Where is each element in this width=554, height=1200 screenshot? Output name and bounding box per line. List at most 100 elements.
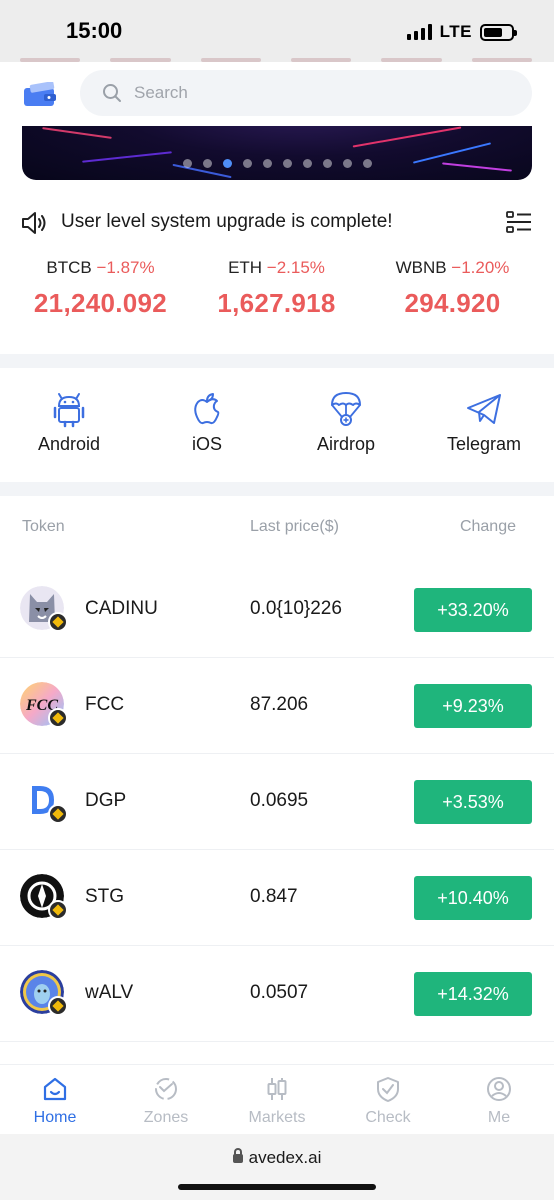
bnb-chain-badge xyxy=(48,996,68,1016)
ticker-symbol: WBNB xyxy=(395,258,447,277)
search-bar[interactable] xyxy=(80,70,532,116)
nav-me[interactable]: Me xyxy=(444,1075,554,1127)
carousel-dot[interactable] xyxy=(342,159,352,168)
ios-link[interactable]: iOS xyxy=(138,390,276,455)
token-row[interactable]: FCC FCC 87.206 +9.23% xyxy=(0,658,554,754)
status-indicators: LTE xyxy=(406,22,517,42)
token-name: STG xyxy=(85,886,125,907)
telegram-link[interactable]: Telegram xyxy=(415,390,553,455)
carousel-dot[interactable] xyxy=(222,159,232,168)
change-badge: +9.23% xyxy=(414,684,532,728)
carousel-dots xyxy=(22,159,532,168)
section-divider xyxy=(0,354,554,368)
user-icon xyxy=(487,1077,511,1101)
parachute-icon xyxy=(331,392,361,426)
bnb-chain-badge xyxy=(48,612,68,632)
token-row[interactable]: STG 0.847 +10.40% xyxy=(0,850,554,946)
telegram-icon xyxy=(467,394,501,424)
android-link[interactable]: Android xyxy=(0,390,138,455)
speaker-icon xyxy=(22,212,46,234)
token-name: DGP xyxy=(85,790,127,811)
ticker-price: 1,627.918 xyxy=(217,288,336,318)
nav-check[interactable]: Check xyxy=(333,1075,443,1127)
change-badge: +10.40% xyxy=(414,876,532,920)
nav-markets[interactable]: Markets xyxy=(222,1075,332,1127)
bottom-navigation: Home Zones Markets Check Me xyxy=(0,1064,554,1134)
nav-home[interactable]: Home xyxy=(0,1075,110,1127)
ticker-symbol: BTCB xyxy=(46,258,92,277)
section-divider xyxy=(0,482,554,496)
search-input[interactable] xyxy=(134,83,494,103)
shield-check-icon xyxy=(377,1077,399,1102)
carousel-dot[interactable] xyxy=(242,159,252,168)
carousel-dot[interactable] xyxy=(202,159,212,168)
change-badge: +3.53% xyxy=(414,780,532,824)
token-name: wALV xyxy=(85,982,134,1003)
airdrop-label: Airdrop xyxy=(316,434,376,454)
token-row[interactable]: wALV 0.0507 +14.32% xyxy=(0,946,554,1042)
nav-home-label: Home xyxy=(33,1109,77,1126)
ticker-price: 21,240.092 xyxy=(33,288,168,318)
status-time: 15:00 xyxy=(66,18,123,43)
list-icon[interactable] xyxy=(506,210,532,236)
announcement-bar[interactable]: User level system upgrade is complete! xyxy=(0,196,554,250)
change-badge: +33.20% xyxy=(414,588,532,632)
home-indicator[interactable] xyxy=(178,1184,376,1190)
ticker-change: −1.87% xyxy=(96,258,155,277)
signal-icon xyxy=(406,24,432,40)
ticker-btcb[interactable]: BTCB −1.87% 21,240.092 xyxy=(8,258,193,319)
nav-zones[interactable]: Zones xyxy=(111,1075,221,1127)
ticker-price: 294.920 xyxy=(404,288,501,318)
nav-markets-label: Markets xyxy=(248,1109,306,1126)
ticker-change: −2.15% xyxy=(266,258,325,277)
token-price: 87.206 xyxy=(250,694,309,715)
carousel-dot[interactable] xyxy=(322,159,332,168)
wallet-icon[interactable] xyxy=(22,82,58,108)
nav-me-label: Me xyxy=(487,1109,511,1126)
android-label: Android xyxy=(37,434,101,454)
carousel-dot[interactable] xyxy=(182,159,192,168)
bnb-chain-badge xyxy=(48,900,68,920)
battery-icon xyxy=(480,23,517,41)
apple-icon xyxy=(194,393,220,425)
token-row[interactable]: CADINU 0.0{10}226 +33.20% xyxy=(0,562,554,658)
token-row[interactable]: DGP 0.0695 +3.53% xyxy=(0,754,554,850)
zones-icon xyxy=(155,1078,177,1100)
column-last-price[interactable]: Last price($) xyxy=(250,518,339,536)
network-type: LTE xyxy=(439,22,472,41)
token-table-header: Token Last price($) Change xyxy=(0,496,554,562)
token-price: 0.0695 xyxy=(250,790,309,811)
ticker-eth[interactable]: ETH −2.15% 1,627.918 xyxy=(184,258,369,319)
ticker-wbnb[interactable]: WBNB −1.20% 294.920 xyxy=(360,258,545,319)
carousel-dot[interactable] xyxy=(282,159,292,168)
token-name: CADINU xyxy=(85,598,158,619)
ticker-change: −1.20% xyxy=(451,258,510,277)
token-price: 0.847 xyxy=(250,886,298,907)
android-icon xyxy=(53,393,85,428)
app-header xyxy=(0,62,554,126)
token-price: 0.0{10}226 xyxy=(250,598,342,619)
ios-label: iOS xyxy=(191,434,222,454)
home-icon xyxy=(43,1077,67,1101)
column-token[interactable]: Token xyxy=(22,518,65,536)
download-links: Android iOS Airdrop Telegram xyxy=(0,368,554,482)
column-change[interactable]: Change xyxy=(460,518,516,536)
status-bar: 15:00 LTE xyxy=(0,0,554,62)
announcement-text[interactable]: User level system upgrade is complete! xyxy=(61,211,393,233)
market-tickers: BTCB −1.87% 21,240.092 ETH −2.15% 1,627.… xyxy=(0,258,554,348)
token-price: 0.0507 xyxy=(250,982,309,1003)
lock-icon xyxy=(232,1148,243,1163)
airdrop-link[interactable]: Airdrop xyxy=(277,390,415,455)
ticker-symbol: ETH xyxy=(228,258,263,277)
carousel-dot[interactable] xyxy=(362,159,372,168)
telegram-label: Telegram xyxy=(446,434,522,454)
carousel-dot[interactable] xyxy=(262,159,272,168)
bnb-chain-badge xyxy=(48,804,68,824)
nav-check-label: Check xyxy=(365,1109,411,1126)
promo-banner[interactable] xyxy=(22,126,532,180)
browser-url-bar[interactable]: avedex.ai xyxy=(0,1134,554,1200)
carousel-dot[interactable] xyxy=(302,159,312,168)
nav-zones-label: Zones xyxy=(143,1109,189,1126)
token-name: FCC xyxy=(85,694,125,715)
bnb-chain-badge xyxy=(48,708,68,728)
